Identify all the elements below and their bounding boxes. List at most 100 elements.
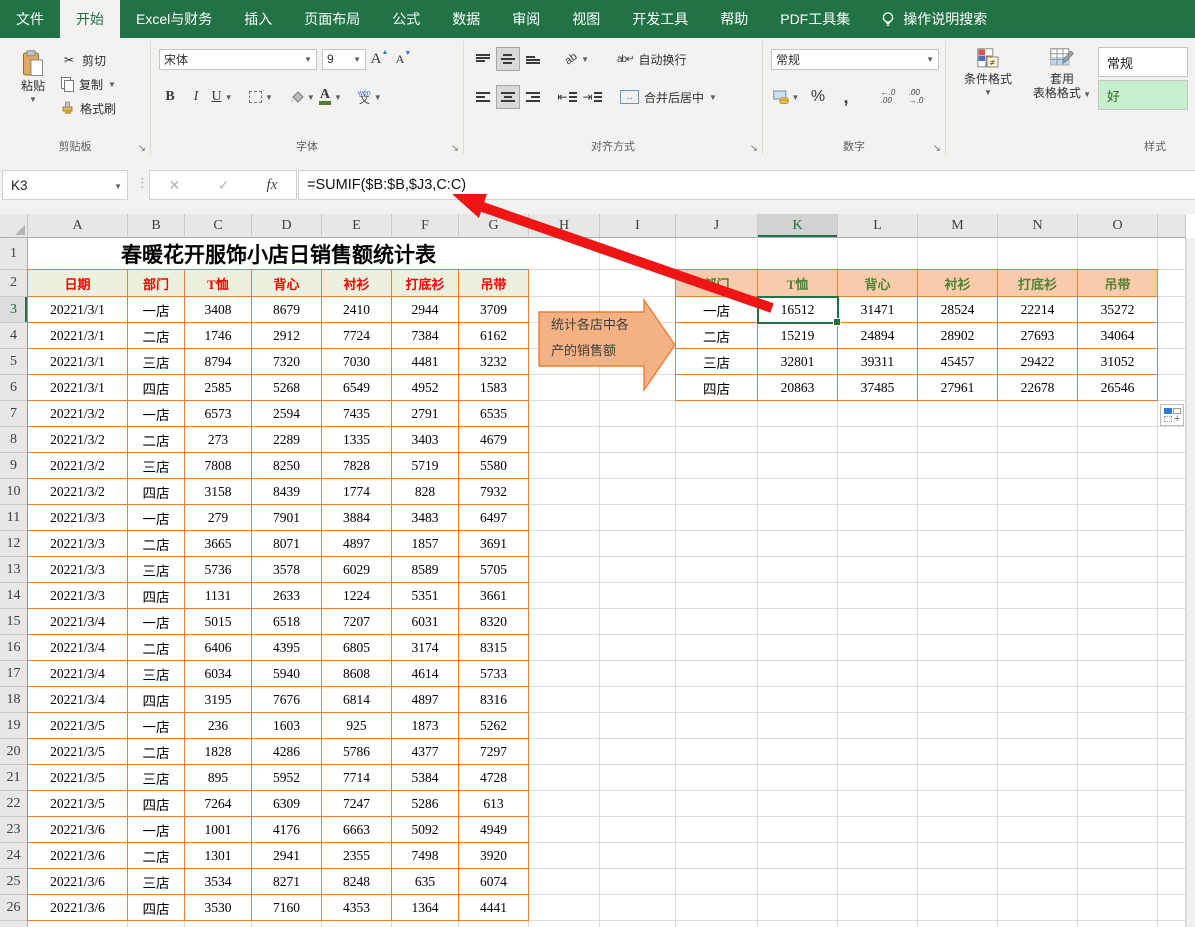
cell-B11[interactable]: 一店 <box>128 505 185 531</box>
format-as-table-button[interactable]: 套用 表格格式 ▼ <box>1030 44 1094 136</box>
cell-B9[interactable]: 三店 <box>128 453 185 479</box>
row-header-5[interactable]: 5 <box>0 349 28 375</box>
grid-cell[interactable] <box>600 895 676 921</box>
grid-cell[interactable] <box>758 531 838 557</box>
cell-F15[interactable]: 6031 <box>392 609 459 635</box>
cell-F8[interactable]: 3403 <box>392 427 459 453</box>
grid-cell[interactable] <box>758 635 838 661</box>
cell-F6[interactable]: 4952 <box>392 375 459 401</box>
grid-cell[interactable] <box>918 817 998 843</box>
column-header-D[interactable]: D <box>252 214 322 238</box>
grid-cell[interactable] <box>529 531 600 557</box>
grid-cell[interactable] <box>998 843 1078 869</box>
cell-D17[interactable]: 5940 <box>252 661 322 687</box>
cell-D24[interactable]: 2941 <box>252 843 322 869</box>
grid-cell[interactable] <box>392 921 459 927</box>
grid-cell[interactable] <box>838 713 918 739</box>
cell-D20[interactable]: 4286 <box>252 739 322 765</box>
grid-cell[interactable] <box>838 739 918 765</box>
grid-cell[interactable] <box>322 921 392 927</box>
ribbon-tab-页面布局[interactable]: 页面布局 <box>288 0 376 38</box>
cell-G14[interactable]: 3661 <box>459 583 529 609</box>
grid-cell[interactable] <box>600 375 676 401</box>
cell-A17[interactable]: 20221/3/4 <box>28 661 128 687</box>
grid-cell[interactable] <box>1078 765 1158 791</box>
cell-A16[interactable]: 20221/3/4 <box>28 635 128 661</box>
row-header-23[interactable]: 23 <box>0 817 28 843</box>
cell-E15[interactable]: 7207 <box>322 609 392 635</box>
cell-E10[interactable]: 1774 <box>322 479 392 505</box>
grid-cell[interactable] <box>998 687 1078 713</box>
confirm-entry-button[interactable]: ✓ <box>218 177 230 194</box>
cell-B8[interactable]: 二店 <box>128 427 185 453</box>
grid-cell[interactable] <box>1078 453 1158 479</box>
cell-E16[interactable]: 6805 <box>322 635 392 661</box>
cell-E8[interactable]: 1335 <box>322 427 392 453</box>
grid-cell[interactable] <box>252 921 322 927</box>
column-header-F[interactable]: F <box>392 214 459 238</box>
cell-E14[interactable]: 1224 <box>322 583 392 609</box>
cell-A22[interactable]: 20221/3/5 <box>28 791 128 817</box>
cell-D3[interactable]: 8679 <box>252 297 322 323</box>
grid-cell[interactable] <box>1078 505 1158 531</box>
number-dialog-launcher[interactable]: ↘ <box>933 144 941 154</box>
grid-cell[interactable] <box>1078 557 1158 583</box>
cell-A18[interactable]: 20221/3/4 <box>28 687 128 713</box>
grid-cell[interactable] <box>1158 505 1186 531</box>
grid-cell[interactable] <box>918 635 998 661</box>
grid-cell[interactable] <box>1158 635 1186 661</box>
grid-cell[interactable] <box>529 843 600 869</box>
cell-A1-title[interactable]: 春暖花开服饰小店日销售额统计表 <box>28 238 529 270</box>
grid-cell[interactable] <box>758 687 838 713</box>
grid-cell[interactable] <box>600 270 676 297</box>
cell-N5[interactable]: 29422 <box>998 349 1078 375</box>
grid-cell[interactable] <box>1158 427 1186 453</box>
cell-B10[interactable]: 四店 <box>128 479 185 505</box>
align-center-button[interactable] <box>497 86 519 108</box>
grid-cell[interactable] <box>758 401 838 427</box>
grid-cell[interactable] <box>529 791 600 817</box>
cell-E22[interactable]: 7247 <box>322 791 392 817</box>
grid-cell[interactable] <box>758 791 838 817</box>
grid-cell[interactable] <box>1158 609 1186 635</box>
grid-cell[interactable] <box>758 479 838 505</box>
row-header-24[interactable]: 24 <box>0 843 28 869</box>
cell-C23[interactable]: 1001 <box>185 817 252 843</box>
cell-E4[interactable]: 7724 <box>322 323 392 349</box>
cell-C19[interactable]: 236 <box>185 713 252 739</box>
cell-A4[interactable]: 20221/3/1 <box>28 323 128 349</box>
grid-cell[interactable] <box>758 238 838 270</box>
grid-cell[interactable] <box>998 739 1078 765</box>
cell-C7[interactable]: 6573 <box>185 401 252 427</box>
grid-cell[interactable] <box>758 505 838 531</box>
cell-B5[interactable]: 三店 <box>128 349 185 375</box>
grid-cell[interactable] <box>998 609 1078 635</box>
grid-cell[interactable] <box>600 765 676 791</box>
column-header-L[interactable]: L <box>838 214 918 238</box>
row-header-10[interactable]: 10 <box>0 479 28 505</box>
cell-D6[interactable]: 5268 <box>252 375 322 401</box>
row-header-21[interactable]: 21 <box>0 765 28 791</box>
cell-E20[interactable]: 5786 <box>322 739 392 765</box>
grid-cell[interactable] <box>676 505 758 531</box>
grid-cell[interactable] <box>459 921 529 927</box>
grid-cell[interactable] <box>1078 687 1158 713</box>
cell-C2[interactable]: T恤 <box>185 270 252 297</box>
grid-cell[interactable] <box>1158 349 1186 375</box>
grid-cell[interactable] <box>529 921 600 927</box>
grid-cell[interactable] <box>758 713 838 739</box>
grid-cell[interactable] <box>1078 531 1158 557</box>
grid-cell[interactable] <box>758 661 838 687</box>
grid-cell[interactable] <box>918 479 998 505</box>
grid-cell[interactable] <box>918 661 998 687</box>
cell-A5[interactable]: 20221/3/1 <box>28 349 128 375</box>
grid-cell[interactable] <box>600 661 676 687</box>
grid-cell[interactable] <box>918 713 998 739</box>
cell-E13[interactable]: 6029 <box>322 557 392 583</box>
grid-cell[interactable] <box>838 869 918 895</box>
cut-button[interactable]: ✂ 剪切 <box>58 48 119 72</box>
selected-cell-outline-K3[interactable] <box>757 296 839 324</box>
cell-A3[interactable]: 20221/3/1 <box>28 297 128 323</box>
grid-cell[interactable] <box>676 765 758 791</box>
cell-C21[interactable]: 895 <box>185 765 252 791</box>
